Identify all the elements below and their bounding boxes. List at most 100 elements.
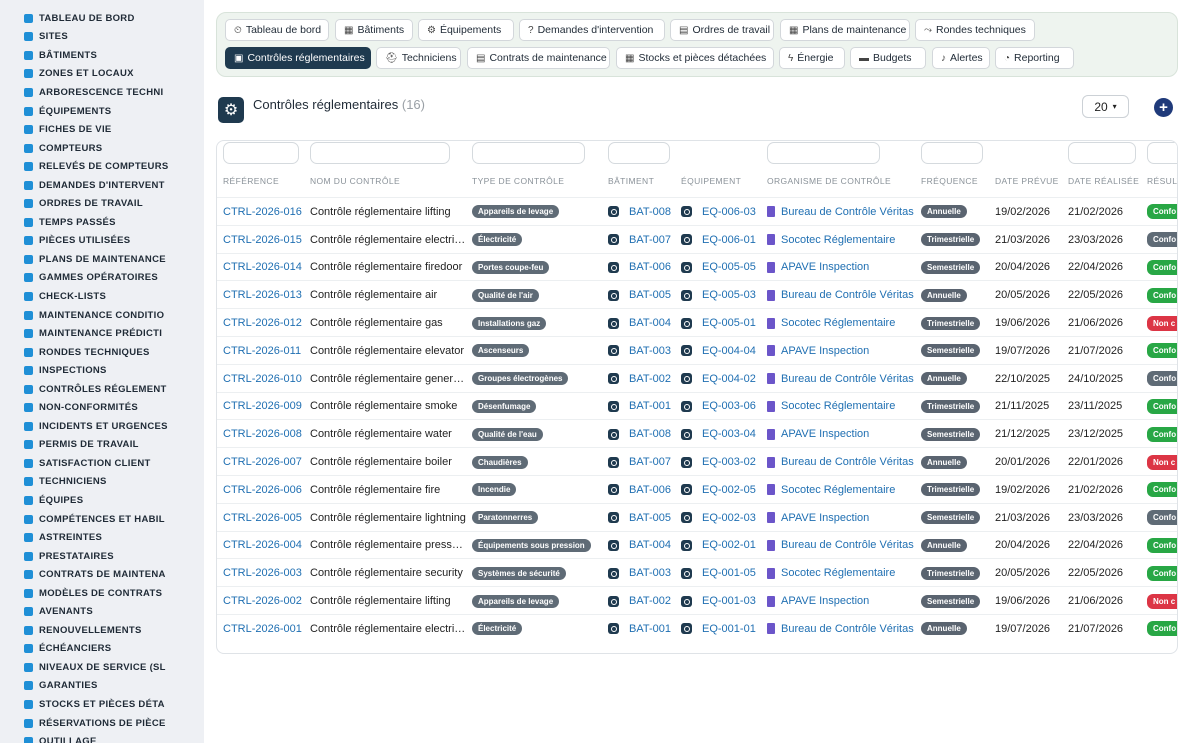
tab-14[interactable]: ◔ Reporting xyxy=(995,47,1074,69)
building-link[interactable]: BAT-007 xyxy=(629,456,671,468)
column-header[interactable]: BÂTIMENT xyxy=(608,176,654,186)
sidebar-item-36[interactable]: GARANTIES xyxy=(0,677,204,696)
building-link[interactable]: BAT-008 xyxy=(629,206,671,218)
building-link[interactable]: BAT-005 xyxy=(629,512,671,524)
equipment-link[interactable]: EQ-006-01 xyxy=(702,234,756,246)
organisme-link[interactable]: Bureau de Contrôle Véritas xyxy=(781,539,914,551)
organisme-link[interactable]: APAVE Inspection xyxy=(781,345,869,357)
sidebar-item-25[interactable]: TECHNICIENS xyxy=(0,473,204,492)
equipment-link[interactable]: EQ-002-03 xyxy=(702,512,756,524)
building-link[interactable]: BAT-005 xyxy=(629,289,671,301)
building-link[interactable]: BAT-006 xyxy=(629,261,671,273)
column-header[interactable]: FRÉQUENCE xyxy=(921,176,978,186)
tab-2[interactable]: ⚙ Équipements xyxy=(418,19,514,41)
reference-link[interactable]: CTRL-2026-006 xyxy=(223,476,302,504)
sidebar-item-23[interactable]: PERMIS DE TRAVAIL xyxy=(0,436,204,455)
sidebar-item-8[interactable]: RELEVÉS DE COMPTEURS xyxy=(0,157,204,176)
column-header[interactable]: ORGANISME DE CONTRÔLE xyxy=(767,176,891,186)
reference-link[interactable]: CTRL-2026-003 xyxy=(223,559,302,587)
organisme-link[interactable]: APAVE Inspection xyxy=(781,512,869,524)
sidebar-item-20[interactable]: CONTRÔLES RÉGLEMENT xyxy=(0,380,204,399)
tab-0[interactable]: ⏲ Tableau de bord xyxy=(225,19,329,41)
reference-link[interactable]: CTRL-2026-004 xyxy=(223,532,302,560)
equipment-link[interactable]: EQ-005-05 xyxy=(702,261,756,273)
equipment-link[interactable]: EQ-004-02 xyxy=(702,373,756,385)
building-link[interactable]: BAT-003 xyxy=(629,345,671,357)
building-link[interactable]: BAT-004 xyxy=(629,539,671,551)
sidebar-item-14[interactable]: GAMMES OPÉRATOIRES xyxy=(0,269,204,288)
reference-link[interactable]: CTRL-2026-014 xyxy=(223,254,302,282)
sidebar-item-1[interactable]: SITES xyxy=(0,28,204,47)
column-filter-input[interactable] xyxy=(921,142,983,164)
sidebar-item-33[interactable]: RENOUVELLEMENTS xyxy=(0,621,204,640)
equipment-link[interactable]: EQ-005-01 xyxy=(702,317,756,329)
reference-link[interactable]: CTRL-2026-005 xyxy=(223,504,302,532)
tab-11[interactable]: ϟ Énergie xyxy=(779,47,845,69)
equipment-link[interactable]: EQ-003-02 xyxy=(702,456,756,468)
tab-3[interactable]: ? Demandes d'intervention xyxy=(519,19,665,41)
equipment-link[interactable]: EQ-001-05 xyxy=(702,567,756,579)
reference-link[interactable]: CTRL-2026-010 xyxy=(223,365,302,393)
organisme-link[interactable]: Socotec Réglementaire xyxy=(781,317,895,329)
organisme-link[interactable]: APAVE Inspection xyxy=(781,428,869,440)
sidebar-item-5[interactable]: ÉQUIPEMENTS xyxy=(0,102,204,121)
reference-link[interactable]: CTRL-2026-012 xyxy=(223,309,302,337)
organisme-link[interactable]: Bureau de Contrôle Véritas xyxy=(781,456,914,468)
add-control-button[interactable]: + xyxy=(1154,98,1173,117)
sidebar-item-9[interactable]: DEMANDES D'INTERVENT xyxy=(0,176,204,195)
sidebar-item-34[interactable]: ÉCHÉANCIERS xyxy=(0,640,204,659)
sidebar-item-19[interactable]: INSPECTIONS xyxy=(0,361,204,380)
column-filter-input[interactable] xyxy=(608,142,670,164)
tab-13[interactable]: ♪ Alertes xyxy=(932,47,990,69)
tab-5[interactable]: ▦ Plans de maintenance xyxy=(780,19,910,41)
sidebar-item-18[interactable]: RONDES TECHNIQUES xyxy=(0,343,204,362)
building-link[interactable]: BAT-007 xyxy=(629,234,671,246)
sidebar-item-15[interactable]: CHECK-LISTS xyxy=(0,287,204,306)
sidebar-item-27[interactable]: COMPÉTENCES ET HABIL xyxy=(0,510,204,529)
equipment-link[interactable]: EQ-002-01 xyxy=(702,539,756,551)
organisme-link[interactable]: Socotec Réglementaire xyxy=(781,484,895,496)
building-link[interactable]: BAT-004 xyxy=(629,317,671,329)
sidebar-item-10[interactable]: ORDRES DE TRAVAIL xyxy=(0,194,204,213)
column-header[interactable]: ÉQUIPEMENT xyxy=(681,176,741,186)
column-filter-input[interactable] xyxy=(1147,142,1177,164)
building-link[interactable]: BAT-002 xyxy=(629,373,671,385)
sidebar-item-3[interactable]: ZONES ET LOCAUX xyxy=(0,65,204,84)
sidebar-item-2[interactable]: BÂTIMENTS xyxy=(0,46,204,65)
equipment-link[interactable]: EQ-003-04 xyxy=(702,428,756,440)
equipment-link[interactable]: EQ-003-06 xyxy=(702,400,756,412)
sidebar-item-30[interactable]: CONTRATS DE MAINTENA xyxy=(0,565,204,584)
sidebar-item-35[interactable]: NIVEAUX DE SERVICE (SL xyxy=(0,658,204,677)
organisme-link[interactable]: APAVE Inspection xyxy=(781,595,869,607)
column-filter-input[interactable] xyxy=(223,142,299,164)
reference-link[interactable]: CTRL-2026-016 xyxy=(223,198,302,226)
sidebar-item-7[interactable]: COMPTEURS xyxy=(0,139,204,158)
equipment-link[interactable]: EQ-004-04 xyxy=(702,345,756,357)
organisme-link[interactable]: Socotec Réglementaire xyxy=(781,400,895,412)
organisme-link[interactable]: Socotec Réglementaire xyxy=(781,567,895,579)
sidebar-item-37[interactable]: STOCKS ET PIÈCES DÉTA xyxy=(0,695,204,714)
column-filter-input[interactable] xyxy=(310,142,450,164)
building-link[interactable]: BAT-006 xyxy=(629,484,671,496)
equipment-link[interactable]: EQ-006-03 xyxy=(702,206,756,218)
equipment-link[interactable]: EQ-005-03 xyxy=(702,289,756,301)
tab-8[interactable]: ⛑ Techniciens xyxy=(376,47,461,69)
organisme-link[interactable]: APAVE Inspection xyxy=(781,261,869,273)
building-link[interactable]: BAT-001 xyxy=(629,623,671,635)
tab-9[interactable]: ▤ Contrats de maintenance xyxy=(467,47,610,69)
sidebar-item-21[interactable]: NON-CONFORMITÉS xyxy=(0,398,204,417)
building-link[interactable]: BAT-003 xyxy=(629,567,671,579)
sidebar-item-38[interactable]: RÉSERVATIONS DE PIÈCE xyxy=(0,714,204,733)
reference-link[interactable]: CTRL-2026-011 xyxy=(223,337,301,365)
sidebar-item-22[interactable]: INCIDENTS ET URGENCES xyxy=(0,417,204,436)
reference-link[interactable]: CTRL-2026-009 xyxy=(223,393,302,421)
reference-link[interactable]: CTRL-2026-001 xyxy=(223,615,302,643)
sidebar-item-12[interactable]: PIÈCES UTILISÉES xyxy=(0,232,204,251)
column-header[interactable]: DATE RÉALISÉE xyxy=(1068,176,1139,186)
sidebar-item-32[interactable]: AVENANTS xyxy=(0,603,204,622)
sidebar-item-16[interactable]: MAINTENANCE CONDITIO xyxy=(0,306,204,325)
reference-link[interactable]: CTRL-2026-015 xyxy=(223,226,302,254)
organisme-link[interactable]: Bureau de Contrôle Véritas xyxy=(781,373,914,385)
organisme-link[interactable]: Bureau de Contrôle Véritas xyxy=(781,289,914,301)
organisme-link[interactable]: Socotec Réglementaire xyxy=(781,234,895,246)
